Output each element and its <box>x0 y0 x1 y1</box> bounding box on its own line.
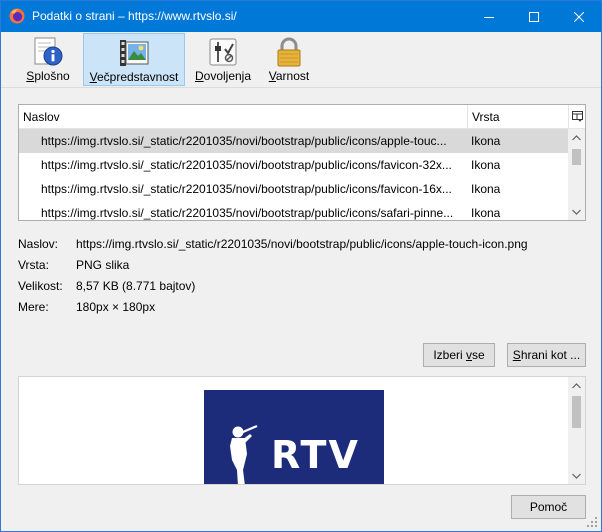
page-info-tabs: Splošno Večpredstavnost Dovoljenja Varno… <box>1 32 601 88</box>
media-type: Ikona <box>471 206 501 220</box>
media-type: Ikona <box>471 158 501 172</box>
dimensions-label: Mere: <box>18 300 49 314</box>
media-type: Ikona <box>471 134 501 148</box>
preview-scrollbar[interactable] <box>568 377 585 484</box>
media-address: https://img.rtvslo.si/_static/r2201035/n… <box>41 134 447 148</box>
column-picker-icon[interactable] <box>572 111 583 122</box>
save-as-button[interactable]: Shrani kot ... <box>507 343 586 367</box>
media-type: Ikona <box>471 182 501 196</box>
close-icon <box>573 11 584 22</box>
media-preview: RTV <box>18 376 586 485</box>
media-list[interactable]: Naslov Vrsta https://img.rtvslo.si/_stat… <box>18 104 586 221</box>
chevron-down-icon <box>572 473 581 479</box>
scroll-down-button[interactable] <box>568 467 585 484</box>
chevron-up-icon <box>572 134 581 140</box>
media-list-scrollbar[interactable] <box>568 129 585 220</box>
rtv-logo-text: RTV <box>271 433 360 477</box>
media-address: https://img.rtvslo.si/_static/r2201035/n… <box>41 182 452 196</box>
help-button[interactable]: Pomoč <box>511 495 586 519</box>
size-value: 8,57 KB (8.771 bajtov) <box>76 279 196 293</box>
chevron-down-icon <box>572 209 581 215</box>
tab-general-label: Splošno <box>26 69 70 83</box>
scroll-down-button[interactable] <box>568 203 585 220</box>
tab-media-label: Večpredstavnost <box>89 70 179 84</box>
maximize-button[interactable] <box>511 1 556 32</box>
scroll-up-button[interactable] <box>568 129 585 146</box>
type-label: Vrsta: <box>18 258 49 272</box>
tab-general[interactable]: Splošno <box>18 33 78 86</box>
column-type-header[interactable]: Vrsta <box>472 110 500 124</box>
media-icon <box>120 40 149 66</box>
tab-security[interactable]: Varnost <box>261 33 317 86</box>
select-all-button[interactable]: Izberi vse <box>423 343 495 367</box>
tab-permissions[interactable]: Dovoljenja <box>191 33 255 86</box>
minimize-button[interactable] <box>466 1 511 32</box>
flute-player-figure-icon <box>230 424 258 484</box>
minimize-icon <box>483 16 494 18</box>
close-button[interactable] <box>556 1 601 32</box>
media-list-header: Naslov Vrsta <box>19 105 585 129</box>
column-address-header[interactable]: Naslov <box>23 110 60 124</box>
window-title: Podatki o strani – https://www.rtvslo.si… <box>32 9 237 23</box>
column-divider[interactable] <box>568 105 569 129</box>
scroll-thumb[interactable] <box>572 396 581 428</box>
media-address: https://img.rtvslo.si/_static/r2201035/n… <box>41 206 454 220</box>
list-item[interactable]: https://img.rtvslo.si/_static/r2201035/n… <box>19 177 568 201</box>
rtv-logo-preview: RTV <box>204 390 384 484</box>
scroll-up-button[interactable] <box>568 377 585 394</box>
list-item[interactable]: https://img.rtvslo.si/_static/r2201035/n… <box>19 153 568 177</box>
media-address: https://img.rtvslo.si/_static/r2201035/n… <box>41 158 452 172</box>
info-icon <box>34 37 63 66</box>
address-label: Naslov: <box>18 237 59 251</box>
permissions-icon <box>209 38 237 66</box>
tab-media[interactable]: Večpredstavnost <box>83 33 185 86</box>
tab-security-label: Varnost <box>268 69 310 83</box>
tab-permissions-label: Dovoljenja <box>194 69 252 83</box>
address-value: https://img.rtvslo.si/_static/r2201035/n… <box>76 237 528 251</box>
column-divider[interactable] <box>467 105 468 129</box>
title-bar: Podatki o strani – https://www.rtvslo.si… <box>1 1 601 32</box>
dimensions-value: 180px × 180px <box>76 300 156 314</box>
page-info-window: Podatki o strani – https://www.rtvslo.si… <box>0 0 602 532</box>
lock-icon <box>277 37 301 67</box>
resize-grip-icon[interactable] <box>586 516 598 528</box>
list-item[interactable]: https://img.rtvslo.si/_static/r2201035/n… <box>19 129 568 153</box>
list-item[interactable]: https://img.rtvslo.si/_static/r2201035/n… <box>19 201 568 220</box>
type-value: PNG slika <box>76 258 130 272</box>
scroll-thumb[interactable] <box>572 149 581 165</box>
chevron-up-icon <box>572 382 581 388</box>
maximize-icon <box>528 11 539 22</box>
size-label: Velikost: <box>18 279 63 293</box>
firefox-icon <box>9 8 25 24</box>
